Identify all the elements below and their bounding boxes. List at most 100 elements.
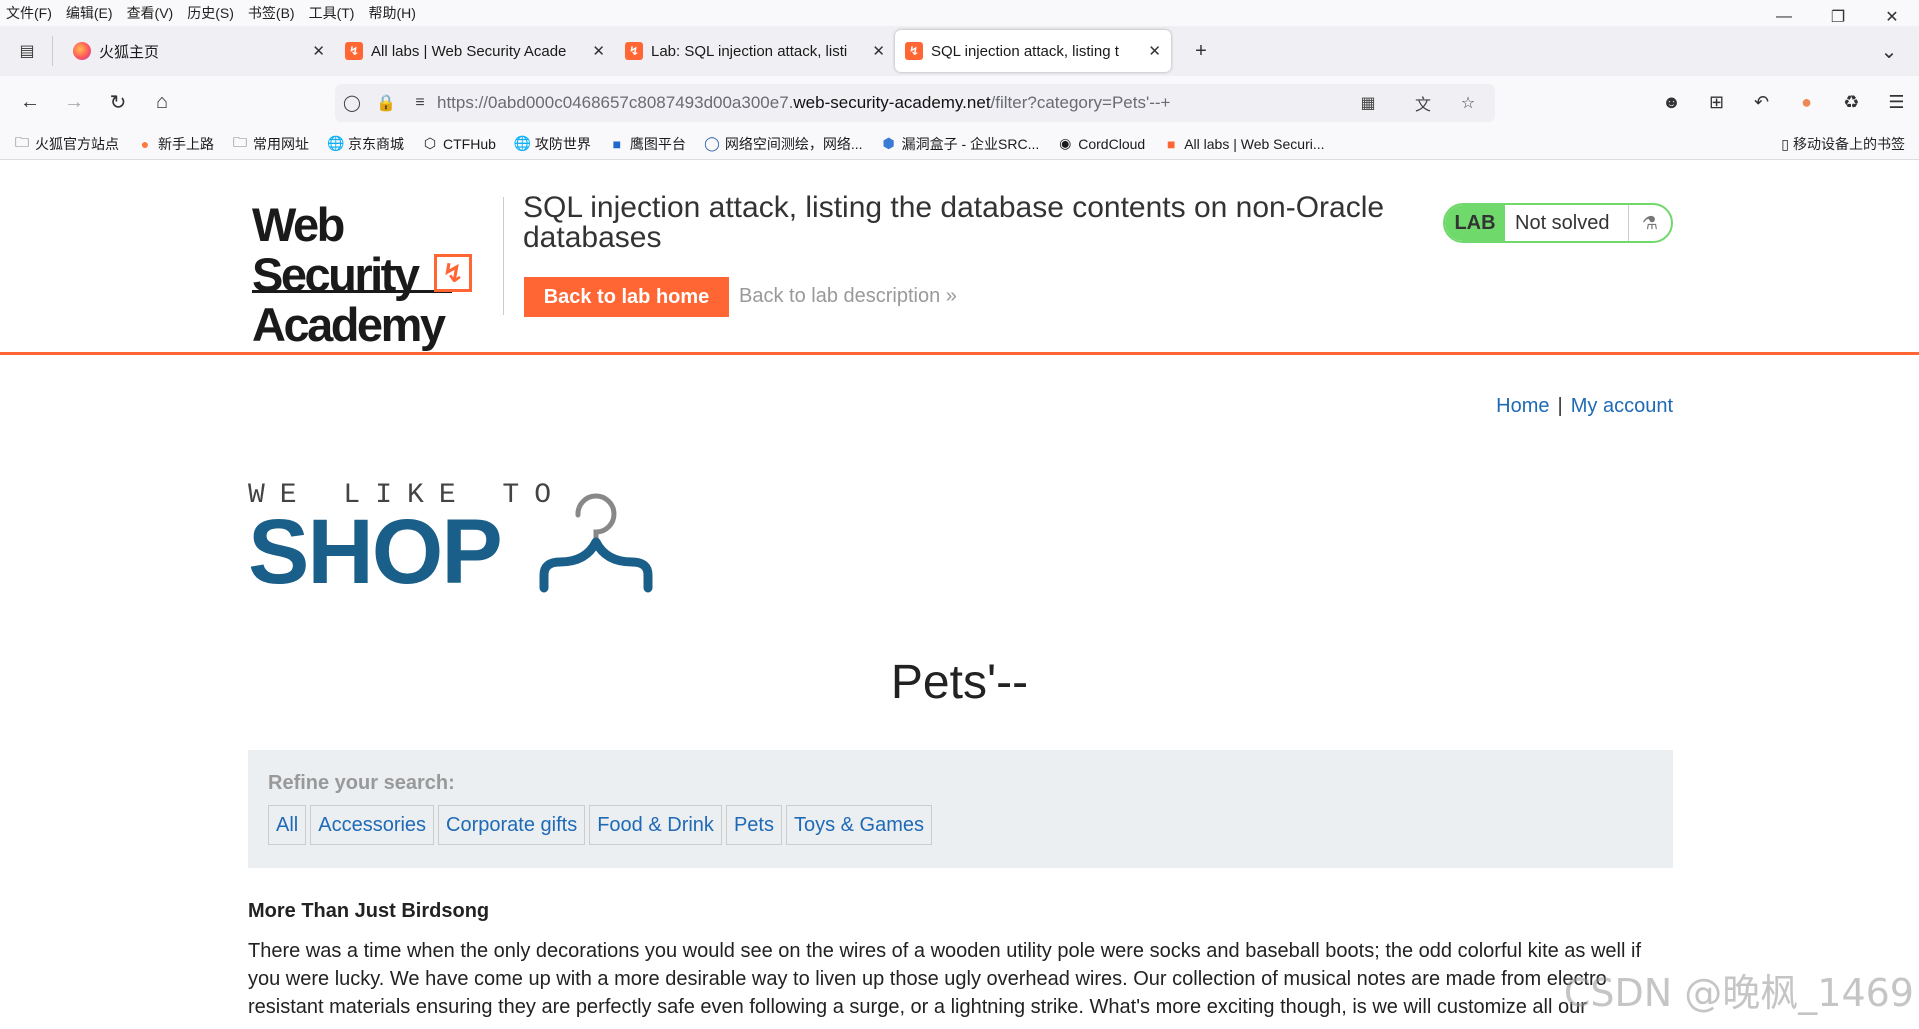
- bookmark-label: 火狐官方站点: [35, 135, 119, 152]
- bookmark-item[interactable]: ■ All labs | Web Securi...: [1163, 136, 1325, 152]
- filter-accessories[interactable]: Accessories: [310, 805, 435, 845]
- url-domain: web-security-academy.net: [793, 93, 991, 112]
- tab-list-icon[interactable]: ▤: [12, 33, 42, 69]
- web-page: Web Security Academy ↯ SQL injection att…: [0, 175, 1919, 1025]
- menu-help[interactable]: 帮助(H): [368, 3, 415, 23]
- filter-all[interactable]: All: [268, 805, 307, 845]
- qr-code-icon[interactable]: ▦: [1351, 93, 1385, 113]
- academy-header: Web Security Academy ↯ SQL injection att…: [0, 175, 1919, 355]
- menu-hamburger-icon[interactable]: ☰: [1874, 84, 1919, 120]
- forward-icon[interactable]: →: [52, 84, 96, 120]
- menu-history[interactable]: 历史(S): [187, 3, 234, 23]
- bookmark-item[interactable]: ⬢ 漏洞盒子 - 企业SRC...: [881, 134, 1040, 154]
- account-icon[interactable]: ☻: [1649, 84, 1694, 120]
- category-filters: All Accessories Corporate gifts Food & D…: [268, 805, 936, 845]
- lightning-icon: ↯: [434, 254, 472, 292]
- close-tab-icon[interactable]: ✕: [872, 42, 885, 60]
- bookmark-label: 网络空间测绘，网络...: [724, 135, 863, 152]
- cordcloud-icon: ◉: [1059, 135, 1072, 151]
- bookmark-label: 攻防世界: [534, 135, 591, 152]
- back-icon[interactable]: ←: [8, 84, 52, 120]
- bookmark-label: 移动设备上的书签: [1793, 136, 1905, 152]
- filter-corporate-gifts[interactable]: Corporate gifts: [438, 805, 586, 845]
- close-tab-icon[interactable]: ✕: [312, 42, 325, 60]
- close-tab-icon[interactable]: ✕: [1148, 42, 1161, 60]
- tab-bar: ▤ 火狐主页 ✕ ↯ All labs | Web Security Acade…: [0, 26, 1919, 76]
- bookmark-item[interactable]: ■ 鹰图平台: [609, 134, 686, 154]
- permissions-icon[interactable]: ≡: [403, 94, 437, 112]
- header-divider: [503, 197, 504, 315]
- menu-view[interactable]: 查看(V): [127, 3, 174, 23]
- flask-icon[interactable]: ⚗: [1629, 213, 1671, 234]
- bookmark-item[interactable]: ● 新手上路: [137, 134, 214, 154]
- menu-edit[interactable]: 编辑(E): [66, 3, 113, 23]
- bookmark-item[interactable]: ◯ 网络空间测绘，网络...: [704, 134, 863, 154]
- chevron-down-icon[interactable]: ⌄: [1867, 33, 1911, 69]
- bookmark-item[interactable]: 🌐 攻防世界: [514, 134, 591, 154]
- new-tab-icon[interactable]: +: [1179, 33, 1223, 69]
- extensions-icon[interactable]: ♻: [1829, 84, 1874, 120]
- tab-title: Lab: SQL injection attack, listi: [651, 42, 848, 60]
- fofa-icon: ◯: [704, 135, 720, 151]
- lab-status: Not solved: [1505, 205, 1629, 241]
- tab-lab-description[interactable]: ↯ Lab: SQL injection attack, listi ✕: [615, 30, 895, 72]
- menu-bookmarks[interactable]: 书签(B): [248, 3, 295, 23]
- csdn-watermark: CSDN @晚枫_1469: [1563, 971, 1914, 1015]
- bookmark-item[interactable]: ⬡ CTFHub: [422, 135, 496, 152]
- nav-toolbar: ← → ↻ ⌂ ◯ 🔒 ≡ https://0abd000c0468657c80…: [0, 76, 1919, 128]
- filter-food-drink[interactable]: Food & Drink: [589, 805, 722, 845]
- lab-status-badge: LAB Not solved ⚗: [1443, 203, 1673, 243]
- back-to-lab-description-link[interactable]: Back to lab description »: [739, 285, 957, 308]
- lock-icon[interactable]: 🔒: [369, 93, 403, 113]
- filter-toys-games[interactable]: Toys & Games: [785, 805, 933, 845]
- home-link[interactable]: Home: [1496, 395, 1549, 417]
- undo-icon[interactable]: ↶: [1739, 84, 1784, 120]
- firefox-icon: ●: [140, 135, 150, 152]
- back-desc-label: Back to lab description: [739, 285, 941, 307]
- screenshot-icon[interactable]: ⊞: [1694, 84, 1739, 120]
- bookmark-star-icon[interactable]: ☆: [1451, 93, 1485, 113]
- top-nav: Home | My account: [1496, 395, 1673, 418]
- logo-line-2: Academy: [252, 298, 446, 351]
- double-chevron-right-icon: »: [945, 285, 957, 307]
- bookmark-label: 漏洞盒子 - 企业SRC...: [901, 135, 1040, 152]
- extension-badge-icon[interactable]: ●: [1784, 84, 1829, 120]
- bookmark-item[interactable]: ◉ CordCloud: [1057, 135, 1145, 152]
- bookmark-label: CordCloud: [1078, 135, 1146, 152]
- menu-file[interactable]: 文件(F): [6, 3, 52, 23]
- mobile-bookmarks[interactable]: ▯ 移动设备上的书签: [1781, 128, 1905, 160]
- web-security-academy-icon: ↯: [905, 42, 923, 60]
- url-text[interactable]: https://0abd000c0468657c8087493d00a300e7…: [437, 93, 1170, 113]
- url-suffix: /filter?category=Pets'--+: [990, 93, 1171, 112]
- web-security-academy-logo[interactable]: Web Security Academy ↯: [252, 200, 492, 350]
- tab-all-labs[interactable]: ↯ All labs | Web Security Acade ✕: [335, 30, 615, 72]
- close-tab-icon[interactable]: ✕: [592, 42, 605, 60]
- folder-icon: 🗀: [233, 133, 247, 150]
- menu-tools[interactable]: 工具(T): [309, 3, 355, 23]
- shield-icon[interactable]: ◯: [335, 93, 369, 113]
- tab-divider: [52, 36, 53, 66]
- url-prefix: https://0abd000c0468657c8087493d00a300e7…: [437, 93, 794, 112]
- bookmark-item[interactable]: 🌐 京东商城: [327, 134, 404, 154]
- ctfhub-icon: ⬡: [423, 135, 437, 151]
- filter-pets[interactable]: Pets: [725, 805, 782, 845]
- bookmarks-bar: 🗀 火狐官方站点 ● 新手上路 🗀 常用网址 🌐 京东商城 ⬡ CTFHub 🌐 攻防世界 …: [0, 128, 1919, 160]
- tab-active-lab[interactable]: ↯ SQL injection attack, listing t ✕: [895, 30, 1171, 72]
- bookmark-item[interactable]: 🗀 火狐官方站点: [14, 132, 119, 156]
- translate-icon[interactable]: 文: [1406, 91, 1440, 115]
- nav-separator: |: [1557, 395, 1563, 417]
- bookmark-label: 新手上路: [158, 135, 214, 152]
- bookmark-item[interactable]: 🗀 常用网址: [232, 132, 309, 156]
- tab-firefox-home[interactable]: 火狐主页 ✕: [63, 30, 335, 72]
- vulbox-icon: ⬢: [882, 135, 895, 151]
- menu-bar: 文件(F) 编辑(E) 查看(V) 历史(S) 书签(B) 工具(T) 帮助(H…: [0, 0, 1919, 26]
- url-bar[interactable]: ◯ 🔒 ≡ https://0abd000c0468657c8087493d00…: [335, 84, 1495, 122]
- product-name: More Than Just Birdsong: [248, 900, 490, 922]
- bookmark-label: 常用网址: [253, 135, 309, 152]
- my-account-link[interactable]: My account: [1571, 395, 1673, 417]
- folder-icon: 🗀: [15, 133, 29, 150]
- reload-icon[interactable]: ↻: [96, 84, 140, 120]
- back-to-lab-home-button[interactable]: Back to lab home: [524, 277, 729, 317]
- lab-title: SQL injection attack, listing the databa…: [523, 191, 1385, 254]
- home-icon[interactable]: ⌂: [140, 84, 184, 120]
